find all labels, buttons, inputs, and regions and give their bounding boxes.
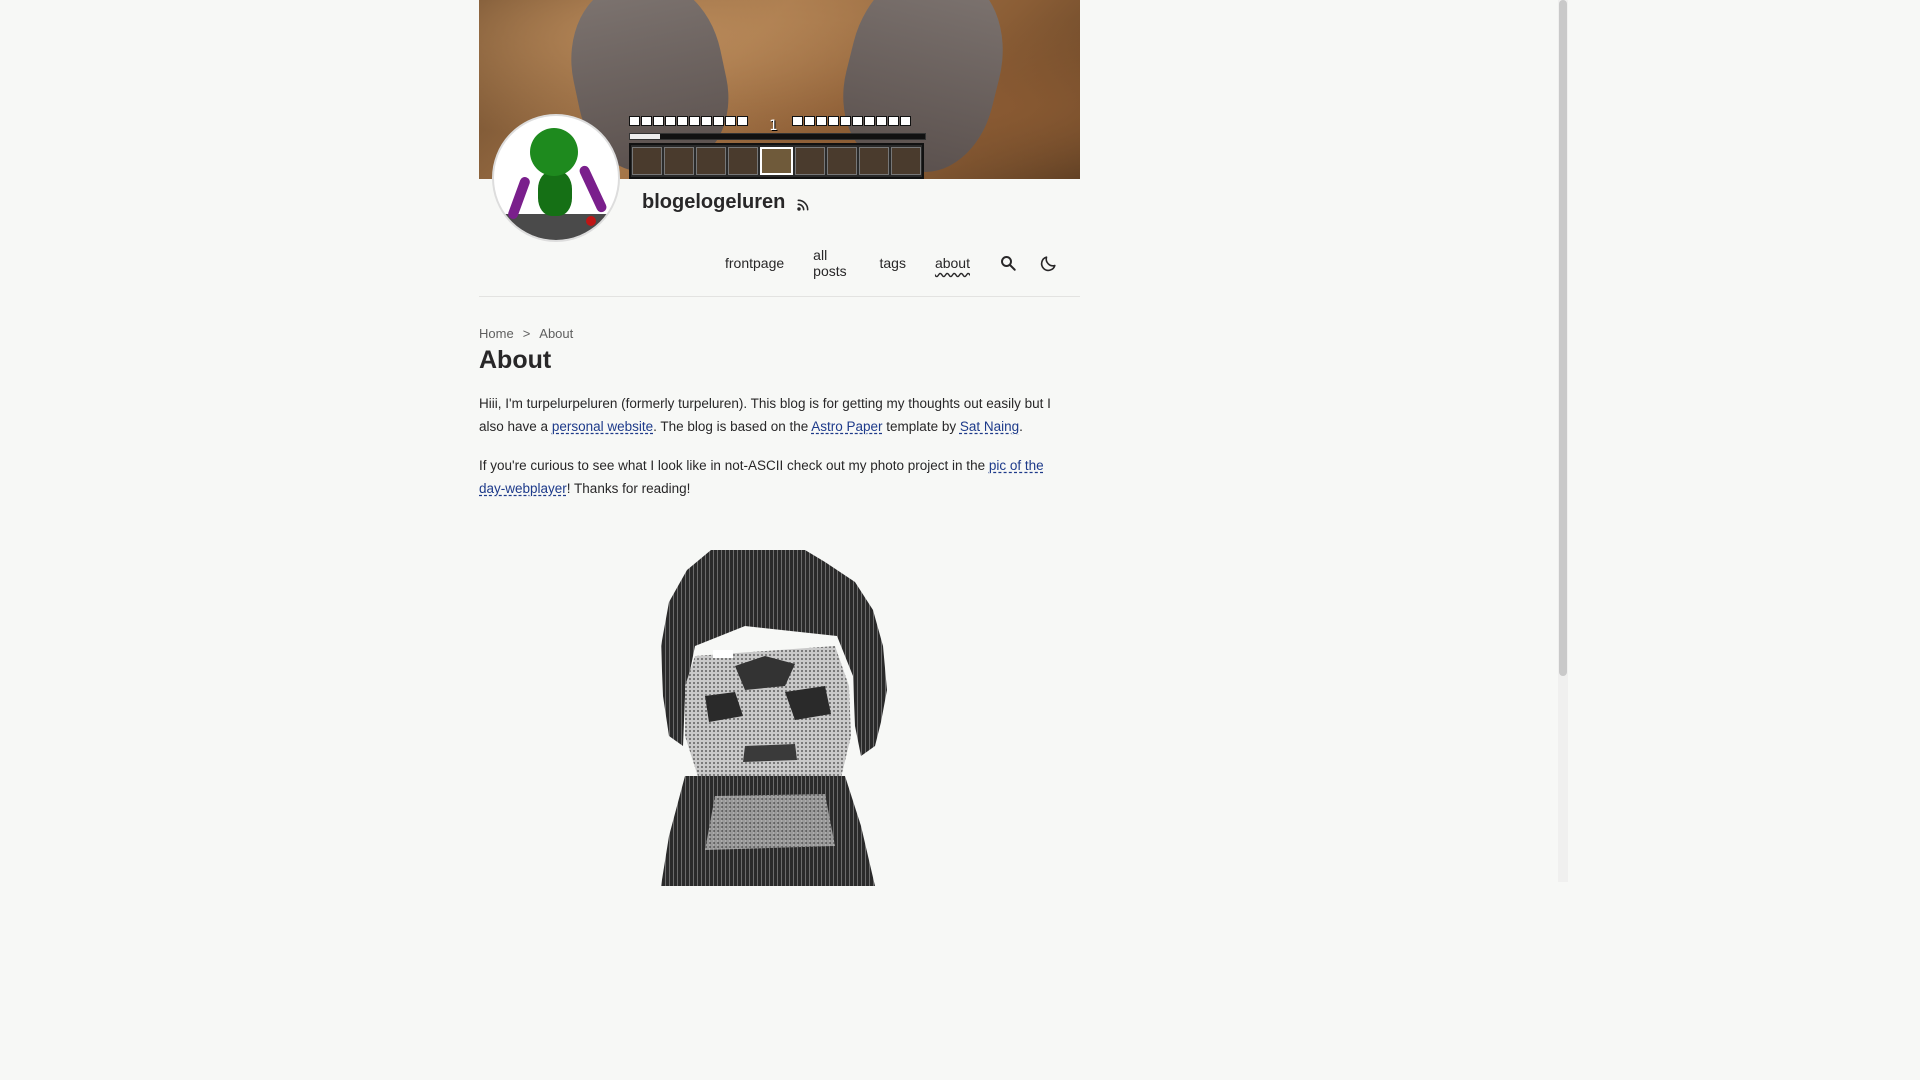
- theme-toggle-button[interactable]: [1039, 253, 1058, 273]
- intro-paragraph: Hiii, I'm turpelurpeluren (formerly turp…: [479, 396, 1051, 434]
- nav-tags[interactable]: tags: [879, 255, 905, 271]
- ascii-portrait-image: [661, 550, 887, 886]
- health-bar: [629, 116, 748, 128]
- photo-paragraph: If you're curious to see what I look lik…: [479, 458, 1044, 496]
- personal-website-link[interactable]: personal website: [552, 419, 653, 434]
- page-scrollbar[interactable]: [1558, 0, 1568, 882]
- search-icon: [1001, 256, 1016, 271]
- about-content: Hiii, I'm turpelurpeluren (formerly turp…: [479, 392, 1069, 516]
- breadcrumb: Home > About: [479, 326, 573, 341]
- hunger-bar: [792, 116, 911, 126]
- site-title: blogelogeluren: [642, 191, 786, 213]
- avatar: [492, 114, 620, 242]
- nav-about[interactable]: about: [935, 255, 970, 271]
- main-nav: frontpage all posts tags about: [725, 247, 1080, 279]
- nav-frontpage[interactable]: frontpage: [725, 255, 784, 271]
- moon-icon: [1040, 255, 1056, 271]
- breadcrumb-current: About: [539, 326, 574, 341]
- astro-paper-link[interactable]: Astro Paper: [811, 419, 882, 434]
- breadcrumb-separator: >: [522, 326, 531, 341]
- rss-icon[interactable]: [795, 197, 811, 213]
- scrollbar-thumb[interactable]: [1559, 0, 1567, 676]
- xp-bar: [629, 133, 926, 140]
- hotbar: [629, 143, 924, 179]
- page-title: About: [479, 346, 552, 374]
- breadcrumb-home[interactable]: Home: [479, 326, 514, 341]
- sat-naing-link[interactable]: Sat Naing: [960, 419, 1019, 434]
- game-hud: 1: [629, 116, 926, 179]
- site-title-link[interactable]: blogelogeluren: [642, 191, 811, 214]
- hud-level: 1: [769, 118, 778, 134]
- header-divider: [479, 296, 1080, 297]
- search-button[interactable]: [999, 253, 1017, 273]
- nav-all-posts[interactable]: all posts: [813, 247, 850, 279]
